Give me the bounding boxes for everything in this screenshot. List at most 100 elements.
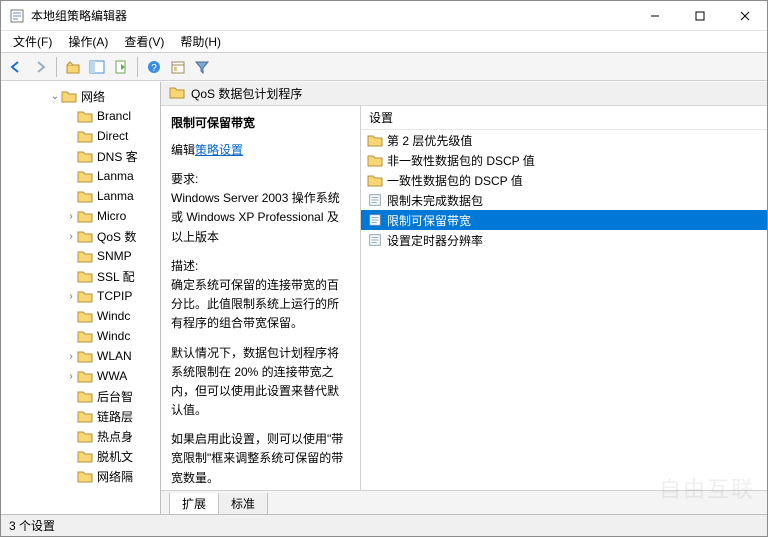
tree-item[interactable]: 后台智 xyxy=(5,386,161,406)
column-setting: 设置 xyxy=(369,109,393,126)
edit-line: 编辑策略设置 xyxy=(171,141,350,158)
tree-item-label: DNS 客 xyxy=(97,148,138,165)
edit-policy-link[interactable]: 策略设置 xyxy=(195,143,243,157)
chevron-right-icon[interactable]: › xyxy=(65,291,77,302)
tree-item-label: 后台智 xyxy=(97,388,133,405)
description-pane: 限制可保留带宽 编辑策略设置 要求:Windows Server 2003 操作… xyxy=(161,106,361,490)
forward-button[interactable] xyxy=(29,56,51,78)
breadcrumb-label: QoS 数据包计划程序 xyxy=(191,85,302,102)
chevron-right-icon[interactable]: › xyxy=(65,351,77,362)
show-hide-tree-button[interactable] xyxy=(86,56,108,78)
policy-setting-icon xyxy=(367,212,383,228)
content-split: 限制可保留带宽 编辑策略设置 要求:Windows Server 2003 操作… xyxy=(161,106,767,490)
menu-action[interactable]: 操作(A) xyxy=(60,31,116,52)
tree-item[interactable]: ›WWA xyxy=(5,366,161,386)
tree-item[interactable]: Windc xyxy=(5,326,161,346)
tree-item[interactable]: ›TCPIP xyxy=(5,286,161,306)
folder-icon xyxy=(77,188,93,204)
menu-help[interactable]: 帮助(H) xyxy=(172,31,229,52)
tree-item-label: 脱机文 xyxy=(97,448,133,465)
tree-item[interactable]: Direct xyxy=(5,126,161,146)
folder-icon xyxy=(367,132,383,148)
client-area: ⌄ 网络 BranclDirectDNS 客LanmaLanma›Micro›Q… xyxy=(1,81,767,514)
tree-item[interactable]: › Micro xyxy=(5,206,161,226)
list-row[interactable]: 第 2 层优先级值 xyxy=(361,130,767,150)
folder-icon xyxy=(77,448,93,464)
tree-item[interactable]: Lanma xyxy=(5,166,161,186)
setting-title: 限制可保留带宽 xyxy=(171,114,350,131)
tree-pane[interactable]: ⌄ 网络 Brancl Direct DNS 客 Lanma Lanma › Micro ›Q… xyxy=(1,82,161,514)
right-pane: QoS 数据包计划程序 限制可保留带宽 编辑策略设置 要求:Windows Se… xyxy=(161,82,767,514)
filter-button[interactable] xyxy=(191,56,213,78)
tree-item-label: SSL 配 xyxy=(97,268,135,285)
list-row[interactable]: 限制可保留带宽 xyxy=(361,210,767,230)
folder-icon xyxy=(77,148,93,164)
folder-icon xyxy=(77,128,93,144)
maximize-button[interactable] xyxy=(677,1,722,30)
chevron-down-icon[interactable]: ⌄ xyxy=(49,91,61,102)
list-row[interactable]: 设置定时器分辨率 xyxy=(361,230,767,250)
list-row-label: 限制可保留带宽 xyxy=(387,212,471,229)
tree-item[interactable]: Brancl xyxy=(5,106,161,126)
back-button[interactable] xyxy=(5,56,27,78)
list-row[interactable]: 一致性数据包的 DSCP 值 xyxy=(361,170,767,190)
list-row-label: 限制未完成数据包 xyxy=(387,192,483,209)
folder-icon xyxy=(77,228,93,244)
list-row-label: 非一致性数据包的 DSCP 值 xyxy=(387,152,535,169)
list-body[interactable]: 第 2 层优先级值非一致性数据包的 DSCP 值一致性数据包的 DSCP 值限制… xyxy=(361,130,767,490)
tree-item[interactable]: 脱机文 xyxy=(5,446,161,466)
folder-icon xyxy=(77,208,93,224)
tree-item[interactable]: 网络隔 xyxy=(5,466,161,486)
tab-extended[interactable]: 扩展 xyxy=(169,493,219,515)
window-controls xyxy=(632,1,767,30)
tree-item-label: Micro xyxy=(97,209,126,223)
svg-text:?: ? xyxy=(151,63,157,74)
chevron-right-icon[interactable]: › xyxy=(65,371,77,382)
titlebar: 本地组策略编辑器 xyxy=(1,1,767,31)
folder-icon xyxy=(77,428,93,444)
tab-standard[interactable]: 标准 xyxy=(218,493,268,515)
menu-view[interactable]: 查看(V) xyxy=(116,31,172,52)
tree-item-label: 热点身 xyxy=(97,428,133,445)
app-icon xyxy=(9,8,25,24)
tree-item[interactable]: SSL 配 xyxy=(5,266,161,286)
edit-prefix: 编辑 xyxy=(171,143,195,157)
folder-icon xyxy=(77,248,93,264)
list-row[interactable]: 非一致性数据包的 DSCP 值 xyxy=(361,150,767,170)
help-button[interactable]: ? xyxy=(143,56,165,78)
tree-item-label: 链路层 xyxy=(97,408,133,425)
tree-item-label: 网络隔 xyxy=(97,468,133,485)
list-row[interactable]: 限制未完成数据包 xyxy=(361,190,767,210)
tree-item[interactable]: ›WLAN xyxy=(5,346,161,366)
tree-root[interactable]: ⌄ 网络 xyxy=(5,86,161,106)
folder-icon xyxy=(169,84,185,103)
list-row-label: 设置定时器分辨率 xyxy=(387,232,483,249)
tree-item-label: Lanma xyxy=(97,169,134,183)
tree-label: 网络 xyxy=(81,88,105,105)
chevron-right-icon[interactable]: › xyxy=(65,231,77,242)
list-row-label: 一致性数据包的 DSCP 值 xyxy=(387,172,523,189)
list-header[interactable]: 设置 xyxy=(361,106,767,130)
statusbar: 3 个设置 xyxy=(1,514,767,536)
description-p2: 默认情况下，数据包计划程序将系统限制在 20% 的连接带宽之内，但可以使用此设置… xyxy=(171,344,350,421)
up-button[interactable] xyxy=(62,56,84,78)
tree-item[interactable]: 链路层 xyxy=(5,406,161,426)
tree-item-label: Brancl xyxy=(97,109,131,123)
tree-item-label: Windc xyxy=(97,329,130,343)
folder-icon xyxy=(77,408,93,424)
tree-item[interactable]: Lanma xyxy=(5,186,161,206)
menu-file[interactable]: 文件(F) xyxy=(5,31,60,52)
minimize-button[interactable] xyxy=(632,1,677,30)
tree-item[interactable]: 热点身 xyxy=(5,426,161,446)
close-button[interactable] xyxy=(722,1,767,30)
folder-icon xyxy=(367,172,383,188)
chevron-right-icon[interactable]: › xyxy=(65,211,77,222)
tree-item[interactable]: Windc xyxy=(5,306,161,326)
tree-item[interactable]: ›QoS 数 xyxy=(5,226,161,246)
export-list-button[interactable] xyxy=(110,56,132,78)
tree-item[interactable]: SNMP xyxy=(5,246,161,266)
folder-icon xyxy=(77,368,93,384)
properties-button[interactable] xyxy=(167,56,189,78)
requirements-label: 要求: xyxy=(171,172,198,186)
tree-item[interactable]: DNS 客 xyxy=(5,146,161,166)
